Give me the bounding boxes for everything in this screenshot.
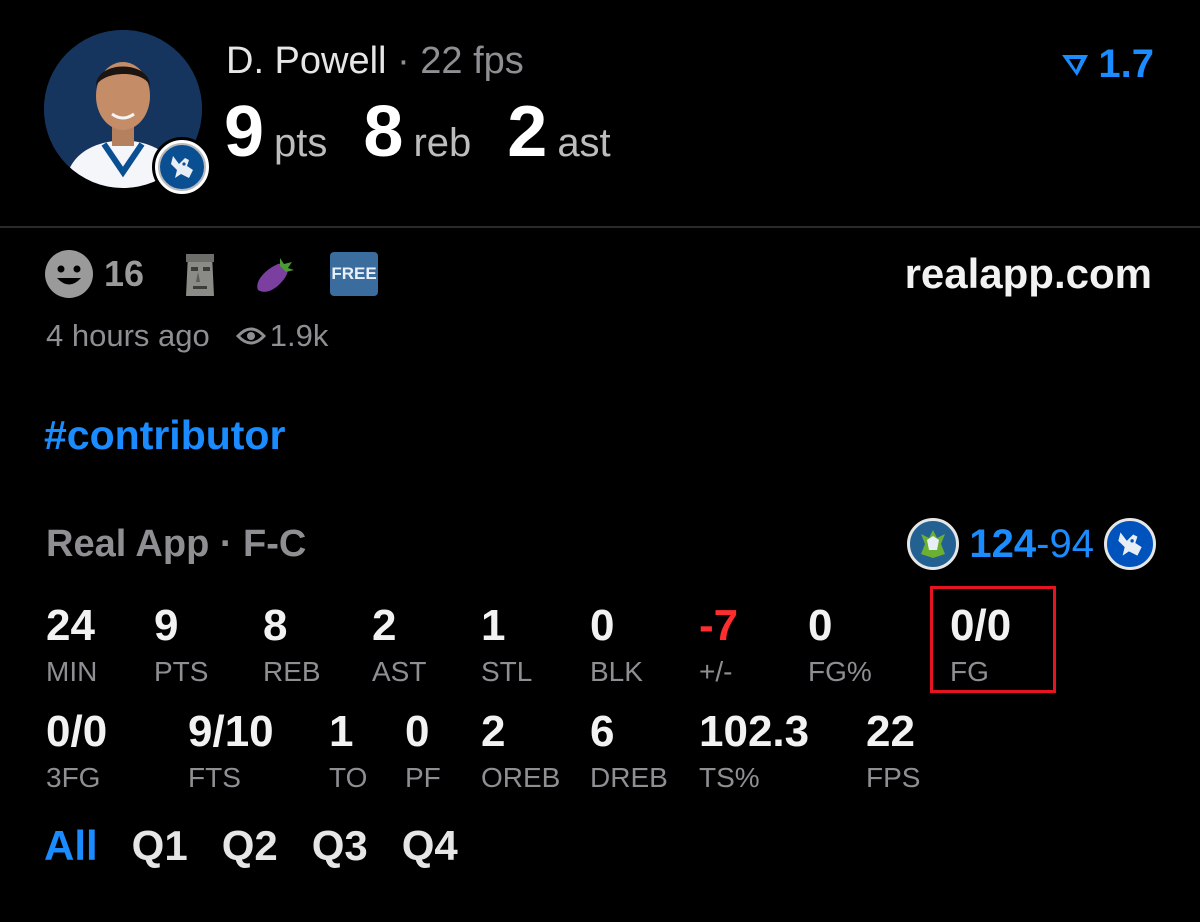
rating-badge[interactable]: 1.7 [1060, 42, 1154, 87]
stat-value: 2 [481, 707, 506, 756]
view-count: 1.9k [269, 318, 329, 353]
stat-to: 1 TO [329, 710, 367, 794]
stat-label: BLK [590, 656, 643, 687]
tab-q2[interactable]: Q2 [222, 822, 278, 870]
stat-fg-pct: 0 FG% [808, 604, 872, 688]
hashtag-link[interactable]: #contributor [44, 412, 285, 459]
stat-value: 0/0 [46, 707, 108, 756]
headline-reb-unit: reb [413, 121, 472, 165]
stat-label: 3FG [46, 762, 101, 793]
mavericks-logo-icon [171, 156, 193, 178]
stat-value: 0 [590, 601, 615, 650]
stat-value: 22 [866, 707, 915, 756]
headline-ast-value: 2 [507, 92, 548, 172]
headline-pts-value: 9 [224, 92, 265, 172]
timberwolves-logo-icon [907, 518, 960, 570]
free-label: FREE [331, 264, 377, 283]
stat-value: -7 [699, 601, 739, 650]
stat-label: FTS [188, 762, 241, 793]
stat-stl: 1 STL [481, 604, 532, 688]
stat-label: PTS [154, 656, 209, 687]
stat-label: MIN [46, 656, 98, 687]
stat-label: PF [405, 762, 441, 793]
stat-ast: 2 AST [372, 604, 426, 688]
score-loser: 94 [1049, 521, 1095, 566]
score-winner: 124 [969, 521, 1037, 566]
stat-label: +/- [699, 656, 733, 687]
stat-label: TS% [699, 762, 760, 793]
player-header: D. Powell · 22 fps [226, 40, 524, 83]
free-button-emoji-icon[interactable]: FREE [330, 252, 379, 296]
stat-min: 24 MIN [46, 604, 97, 688]
stat-dreb: 6 DREB [590, 710, 668, 794]
stat-value: 9 [154, 601, 179, 650]
smile-emoji-icon[interactable] [44, 249, 94, 299]
stat-value: 0 [405, 707, 430, 756]
score-dash: - [1036, 521, 1050, 566]
stat-oreb: 2 OREB [481, 710, 560, 794]
tab-q4[interactable]: Q4 [402, 822, 458, 870]
stat-value: 8 [263, 601, 288, 650]
tab-q1[interactable]: Q1 [132, 822, 188, 870]
stat-label: STL [481, 656, 533, 687]
stat-reb: 8 REB [263, 604, 321, 688]
header-divider [0, 226, 1200, 228]
period-tabs: All Q1 Q2 Q3 Q4 [44, 822, 492, 870]
name-separator: · [397, 40, 410, 82]
stat-label: OREB [481, 762, 561, 793]
stat-value: 6 [590, 707, 615, 756]
rating-value: 1.7 [1098, 42, 1154, 86]
site-link[interactable]: realapp.com [905, 250, 1152, 298]
source-label: Real App · F-C [46, 523, 307, 565]
stat-value: 9/10 [188, 707, 274, 756]
eggplant-emoji-icon[interactable] [250, 250, 298, 298]
views: 1.9k [235, 318, 329, 354]
headline-reb-value: 8 [363, 92, 404, 172]
stat-value: 1 [481, 601, 506, 650]
real-app-logo-icon [1062, 54, 1089, 76]
stat-label: AST [372, 656, 427, 687]
stat-label: FG% [808, 656, 872, 687]
tab-q3[interactable]: Q3 [312, 822, 368, 870]
stat-value: 1 [329, 707, 354, 756]
stat-label: TO [329, 762, 368, 793]
stat-pf: 0 PF [405, 710, 441, 794]
headline-stats: 9 pts 8 reb 2 ast [224, 96, 647, 168]
stat-label: FPS [866, 762, 921, 793]
stat-3fg: 0/0 3FG [46, 710, 107, 794]
stat-value: 2 [372, 601, 397, 650]
reactions-row: 16 FREE [44, 248, 410, 300]
stat-label: DREB [590, 762, 668, 793]
player-fps: 22 fps [420, 40, 524, 82]
reaction-count: 16 [104, 253, 145, 294]
stat-plus-minus: -7 +/- [699, 604, 738, 688]
time-ago: 4 hours ago [46, 318, 210, 353]
game-score[interactable]: 124-94 [907, 518, 1156, 570]
moai-emoji-icon[interactable] [182, 250, 218, 298]
stat-fps: 22 FPS [866, 710, 920, 794]
fg-highlight-box [930, 586, 1056, 693]
tab-all[interactable]: All [44, 822, 98, 870]
eye-icon [235, 327, 266, 345]
stat-label: REB [263, 656, 321, 687]
headline-ast-unit: ast [557, 121, 611, 165]
stat-value: 24 [46, 601, 95, 650]
stat-blk: 0 BLK [590, 604, 643, 688]
stat-pts: 9 PTS [154, 604, 208, 688]
stat-fts: 9/10 FTS [188, 710, 274, 794]
score-text: 124-94 [969, 522, 1094, 567]
stat-value: 102.3 [699, 707, 810, 756]
mavericks-logo-icon [1104, 518, 1156, 570]
stat-value: 0 [808, 601, 833, 650]
post-meta: 4 hours ago 1.9k [46, 318, 328, 354]
headline-pts-unit: pts [274, 121, 328, 165]
team-badge [152, 137, 212, 197]
stat-ts-pct: 102.3 TS% [699, 710, 809, 794]
player-name[interactable]: D. Powell [226, 40, 387, 82]
